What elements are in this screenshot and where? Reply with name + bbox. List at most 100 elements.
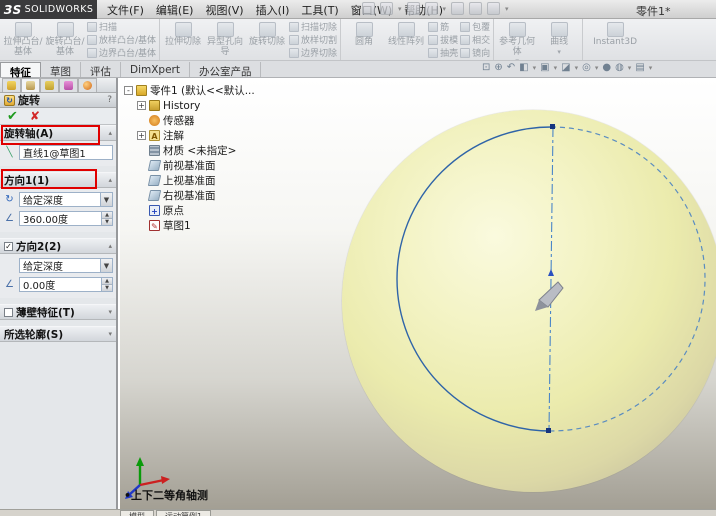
axis-group-header[interactable]: 旋转轴(A) ▴ [0,125,116,141]
sketch-circle-back[interactable] [550,126,706,432]
direction2-checkbox[interactable]: ✓ [4,241,13,251]
dropdown-arrow-icon[interactable]: ▼ [100,193,112,206]
dir2-end-condition-dropdown[interactable]: 给定深度 ▼ [19,258,113,273]
sketch-circle-front[interactable] [396,126,552,432]
curves-button[interactable]: 曲线 ▾ [539,20,579,59]
menu-insert[interactable]: 插入(I) [251,0,295,20]
boundary-cut-button[interactable]: 边界切除 [289,47,337,59]
undo-icon[interactable] [451,2,465,15]
centerline-top-handle[interactable] [550,124,555,129]
property-manager-tab[interactable] [21,78,40,92]
axis-selection-field[interactable]: 直线1@草图1 [19,145,113,160]
help-icon[interactable]: ? [107,95,112,105]
thin-feature-header[interactable]: 薄壁特征(T) ▾ [0,304,116,320]
angle-spinner[interactable]: ▲ ▼ [101,278,112,291]
tab-sketch[interactable]: 草图 [41,62,81,78]
previous-view-icon[interactable]: ↶ [507,62,515,73]
expand-arrow-icon[interactable]: ▾ [108,308,112,316]
menu-view[interactable]: 视图(V) [200,0,248,20]
menu-tools[interactable]: 工具(T) [296,0,343,20]
save-icon[interactable] [406,2,420,15]
thin-feature-checkbox[interactable] [4,307,13,317]
extruded-boss-button[interactable]: 拉伸凸台/基体 [3,20,43,59]
swept-boss-button[interactable]: 扫描 [87,21,156,33]
direction1-group-header[interactable]: 方向1(1) ▴ [0,172,116,188]
hole-wizard-button[interactable]: 异型孔向导 [205,20,245,59]
apply-scene-icon[interactable]: ◍ [615,62,624,73]
print-dropdown-icon[interactable]: ▾ [443,5,447,13]
tree-item-history[interactable]: + History [124,98,274,113]
instant3d-button[interactable]: Instant3D [586,20,644,59]
options-icon[interactable] [487,2,501,15]
draft-button[interactable]: 拔模 [428,34,458,46]
ok-button[interactable]: ✔ [7,109,18,124]
expander-icon[interactable]: + [137,131,146,140]
edit-appearance-icon[interactable]: ● [602,62,611,73]
swept-cut-button[interactable]: 扫描切除 [289,21,337,33]
view-settings-icon[interactable]: ▤ [635,62,644,73]
mirror-button[interactable]: 镜向 [460,47,490,59]
expander-icon[interactable]: + [137,101,146,110]
open-icon[interactable] [380,2,393,15]
new-icon[interactable] [362,2,375,15]
open-dropdown-icon[interactable]: ▾ [398,5,402,13]
tree-root[interactable]: - 零件1 (默认<<默认... [124,83,274,98]
expand-arrow-icon[interactable]: ▾ [108,330,112,338]
selected-contours-header[interactable]: 所选轮廓(S) ▾ [0,326,116,342]
menu-file[interactable]: 文件(F) [102,0,149,20]
display-style-icon[interactable]: ◪ [561,62,570,73]
feature-manager-tab[interactable] [2,78,21,92]
expander-icon[interactable]: - [124,86,133,95]
dir2-angle-field[interactable]: 0.00度 ▲ ▼ [19,277,113,292]
reference-geometry-button[interactable]: 参考几何体▾ [497,20,537,60]
tree-item-origin[interactable]: + 原点 [124,203,274,218]
boundary-boss-button[interactable]: 边界凸台/基体 [87,47,156,59]
collapse-arrow-icon[interactable]: ▴ [108,129,112,137]
hide-show-items-icon[interactable]: ◎ [582,62,591,73]
spin-down-icon[interactable]: ▼ [102,218,112,225]
rebuild-icon[interactable] [469,2,483,15]
tree-item-sketch1[interactable]: ✎ 草图1 [124,218,274,233]
dropdown-arrow-icon[interactable]: ▼ [100,259,112,272]
view-orientation-icon[interactable]: ▣ [540,62,549,73]
collapse-arrow-icon[interactable]: ▴ [108,176,112,184]
tree-item-top-plane[interactable]: 上视基准面 [124,173,274,188]
extruded-cut-button[interactable]: 拉伸切除 [163,20,203,59]
tree-item-front-plane[interactable]: 前视基准面 [124,158,274,173]
display-manager-tab[interactable] [78,78,97,92]
revolved-boss-button[interactable]: 旋转凸台/基体 [45,20,85,59]
tree-item-material[interactable]: 材质 <未指定> [124,143,274,158]
cancel-button[interactable]: ✘ [30,109,40,123]
wrap-button[interactable]: 包覆 [460,21,490,33]
tab-office-products[interactable]: 办公室产品 [190,62,262,78]
angle-spinner[interactable]: ▲ ▼ [101,212,112,225]
menu-edit[interactable]: 编辑(E) [151,0,199,20]
tab-features[interactable]: 特征 [0,62,41,79]
revolved-cut-button[interactable]: 旋转切除 [247,20,287,59]
tree-item-annotations[interactable]: + A 注解 [124,128,274,143]
lofted-cut-button[interactable]: 放样切割 [289,34,337,46]
motion-study-tab[interactable]: 运动算例1 [156,510,212,516]
tree-item-sensors[interactable]: 传感器 [124,113,274,128]
shell-button[interactable]: 抽壳 [428,47,458,59]
print-icon[interactable] [424,2,438,15]
rib-button[interactable]: 筋 [428,21,458,33]
section-view-icon[interactable]: ◧ [519,62,528,73]
configuration-manager-tab[interactable] [40,78,59,92]
dir1-end-condition-dropdown[interactable]: 给定深度 ▼ [19,192,113,207]
dimxpert-manager-tab[interactable] [59,78,78,92]
zoom-area-icon[interactable]: ⊕ [494,62,502,73]
revolve-centerline[interactable] [548,126,554,432]
options-dropdown-icon[interactable]: ▾ [505,5,509,13]
spin-down-icon[interactable]: ▼ [102,284,112,291]
graphics-viewport[interactable]: - 零件1 (默认<<默认... + History 传感器 + A 注解 材质… [120,78,716,509]
zoom-fit-icon[interactable]: ⊡ [482,62,490,73]
centerline-bottom-handle[interactable] [546,428,551,433]
dir1-angle-field[interactable]: 360.00度 ▲ ▼ [19,211,113,226]
linear-pattern-button[interactable]: 线性阵列 [386,20,426,59]
fillet-button[interactable]: 圆角 [344,20,384,59]
tab-evaluate[interactable]: 评估 [81,62,121,78]
collapse-arrow-icon[interactable]: ▴ [108,242,112,250]
tab-dimxpert[interactable]: DimXpert [121,62,190,77]
tree-item-right-plane[interactable]: 右视基准面 [124,188,274,203]
